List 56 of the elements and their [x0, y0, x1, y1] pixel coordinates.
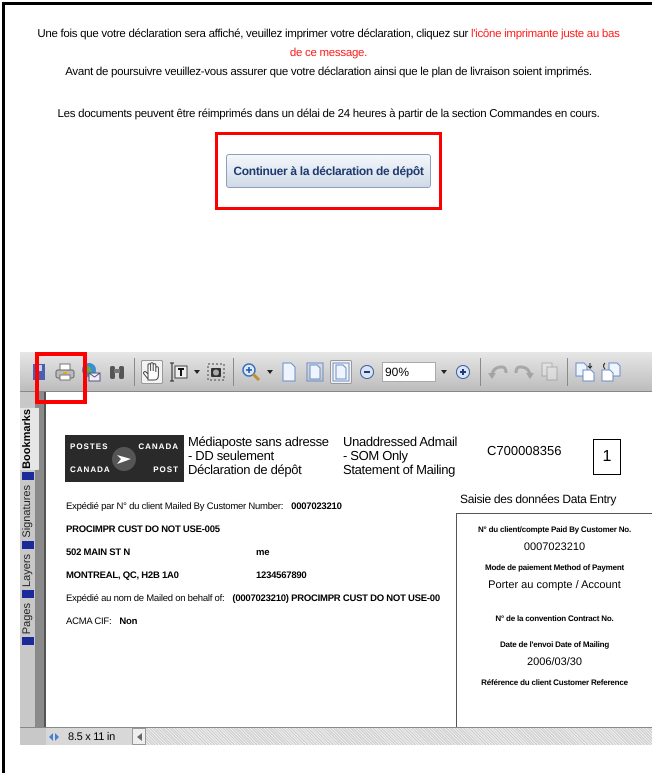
- field-label: N° de la convention Contract No.: [495, 613, 614, 625]
- field-label: 502 MAIN ST N: [66, 546, 131, 560]
- left-arrow-icon: [136, 732, 142, 740]
- side-tab[interactable]: Bookmarks: [20, 408, 39, 470]
- field-label: N° du client/compte Paid By Customer No.: [478, 524, 631, 536]
- instruction-text: Une fois que votre déclaration sera affiché, veuillez imprimer votre déclaration, cliquez sur l'icône imprimante juste au bas de ce message.: [36, 27, 621, 61]
- field-value: Non: [119, 615, 138, 630]
- field-value: Porter au compte / Account: [488, 578, 621, 592]
- title-line: Statement of Mailing: [343, 463, 456, 477]
- field-label: Expédié au nom de Mailed on behalf of:: [66, 592, 226, 606]
- document-number: C700008356: [487, 442, 562, 460]
- field-label: ACMA CIF:: [66, 615, 112, 630]
- field-value: 1234567890: [256, 569, 306, 584]
- field-value: 0007023210: [524, 540, 586, 555]
- side-tab[interactable]: Layers: [20, 552, 39, 588]
- page-extract-icon[interactable]: [600, 360, 622, 384]
- scroll-left-button[interactable]: [132, 728, 146, 745]
- grip-icon: [22, 590, 34, 598]
- page-size-label: 8.5 x 11 in: [67, 730, 116, 745]
- logo-text: POST: [152, 464, 179, 476]
- reprint-note: Les documents peuvent être réimprimés dans un délai de 24 heures à partir de la section Commandes en cours.: [58, 107, 600, 122]
- title-line: Médiaposte sans adresse: [188, 435, 330, 449]
- section-heading: Saisie des données Data Entry: [456, 490, 652, 514]
- field-value: (0007023210) PROCIMPR CUST DO NOT USE-00: [232, 592, 440, 606]
- grip-icon: [22, 472, 34, 480]
- logo-text: CANADA: [137, 440, 179, 453]
- caret-icon[interactable]: [266, 368, 274, 374]
- field-label: Expédié par N° du client Mailed By Customer Number:: [66, 500, 284, 514]
- field-label: Référence du client Customer Reference: [481, 676, 628, 688]
- logo-text: POSTES: [70, 440, 110, 453]
- hand-icon[interactable]: [141, 360, 163, 384]
- side-tab[interactable]: Pages: [20, 602, 39, 635]
- page-insert-icon[interactable]: [574, 360, 596, 384]
- field-label: Date de l'envoi Date of Mailing: [500, 639, 610, 651]
- field-label: PROCIMPR CUST DO NOT USE-005: [66, 523, 221, 538]
- grip-icon: [22, 540, 34, 549]
- field-label: MONTREAL, QC, H2B 1A0: [66, 569, 180, 584]
- caret-icon[interactable]: [193, 368, 201, 374]
- page-number: 1: [593, 439, 621, 475]
- grip-icon: [22, 636, 34, 645]
- field-value: me: [256, 546, 270, 560]
- reminder-text: Avant de poursuivre veuillez-vous assurer que votre déclaration ainsi que le plan de livraison soient imprimés.: [65, 65, 592, 80]
- title-line: Unaddressed Admail: [343, 435, 458, 449]
- field-value: 2006/03/30: [526, 655, 582, 670]
- side-tab[interactable]: Signatures: [20, 484, 39, 539]
- text-select-icon[interactable]: [167, 360, 189, 384]
- title-line: - SOM Only: [343, 449, 409, 463]
- field-value: 0007023210: [291, 500, 342, 514]
- continue-button[interactable]: Continuer à la déclaration de dépôt: [226, 154, 431, 188]
- zoom-field[interactable]: 90%: [382, 362, 436, 382]
- caret-icon[interactable]: [440, 368, 448, 374]
- fit-page-icon[interactable]: [304, 360, 326, 384]
- logo-text: CANADA: [70, 464, 112, 476]
- title-line: - DD seulement: [188, 449, 275, 463]
- field-label: Mode de paiement Method of Payment: [485, 562, 624, 574]
- title-line: Déclaration de dépôt: [188, 463, 303, 477]
